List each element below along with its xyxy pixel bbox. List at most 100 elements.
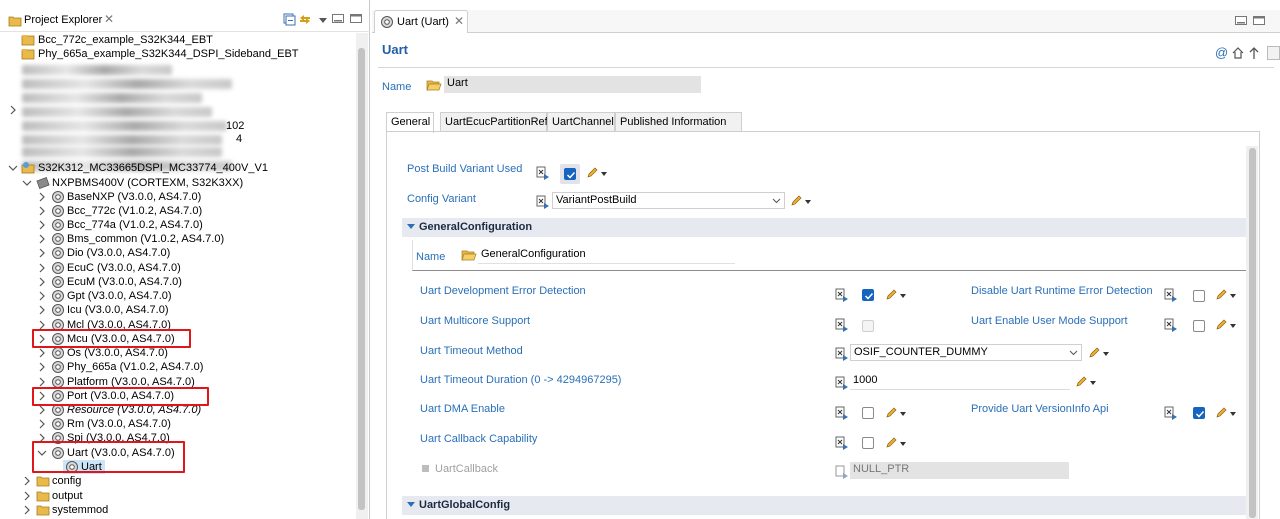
arrow-up-icon[interactable] <box>1248 46 1260 60</box>
user-mode-support-checkbox[interactable] <box>1193 320 1205 332</box>
name-field[interactable]: Uart <box>444 76 701 93</box>
chevron-right-icon[interactable] <box>37 291 47 301</box>
redacted-item <box>22 107 212 117</box>
chevron-right-icon[interactable] <box>37 362 47 372</box>
tree-item-module[interactable]: Phy_665a (V1.0.2, AS4.7.0) <box>0 360 356 374</box>
editor-scroll-up[interactable] <box>1267 46 1280 60</box>
tree-item-folder[interactable]: config <box>0 474 356 488</box>
chevron-right-icon[interactable] <box>22 505 32 515</box>
edit-menu-icon[interactable] <box>1215 406 1237 420</box>
chevron-right-icon[interactable] <box>37 419 47 429</box>
maximize-icon[interactable] <box>1253 16 1265 26</box>
tree-item[interactable]: Bcc_772c_example_S32K344_EBT <box>0 33 356 47</box>
disable-runtime-error-checkbox[interactable] <box>1193 290 1205 302</box>
subtab-uart-ecuc-partition-ref[interactable]: UartEcucPartitionRef <box>440 112 548 132</box>
edit-menu-icon[interactable] <box>1215 288 1237 302</box>
version-info-api-checkbox[interactable] <box>1193 407 1205 419</box>
module-icon <box>51 360 65 374</box>
explorer-scrollbar-thumb[interactable] <box>358 48 365 510</box>
chevron-right-icon[interactable] <box>37 277 47 287</box>
edit-menu-icon[interactable] <box>1088 346 1110 360</box>
chevron-right-icon[interactable] <box>37 234 47 244</box>
redacted-item <box>22 93 202 103</box>
chevron-right-icon[interactable] <box>37 248 47 258</box>
edit-menu-icon[interactable] <box>1215 318 1237 332</box>
tree-item-module[interactable]: Os (V3.0.0, AS4.7.0) <box>0 346 356 360</box>
module-icon <box>51 204 65 218</box>
module-icon <box>51 218 65 232</box>
close-icon[interactable]: ✕ <box>104 12 114 26</box>
multicore-support-checkbox[interactable] <box>862 320 874 332</box>
minimize-icon[interactable] <box>1235 16 1247 26</box>
chevron-right-icon[interactable] <box>37 348 47 358</box>
help-icon[interactable]: @ <box>1215 45 1228 60</box>
module-icon <box>51 190 65 204</box>
tree-item-folder[interactable]: output <box>0 489 356 503</box>
uart-global-config-section[interactable]: UartGlobalConfig <box>402 496 1246 515</box>
chevron-down-icon <box>1069 350 1078 356</box>
version-info-api-label: Provide Uart VersionInfo Api <box>971 403 1109 415</box>
tree-item-module[interactable]: Bcc_772c (V1.0.2, AS4.7.0) <box>0 204 356 218</box>
tree-item[interactable]: Phy_665a_example_S32K344_DSPI_Sideband_E… <box>0 47 356 61</box>
chevron-right-icon[interactable] <box>37 305 47 315</box>
edit-menu-icon[interactable] <box>885 406 907 420</box>
tree-item-ecu[interactable]: NXPBMS400V (CORTEXM, S32K3XX) <box>0 176 356 190</box>
tree-item-module[interactable]: Gpt (V3.0.0, AS4.7.0) <box>0 289 356 303</box>
redacted-item <box>22 147 222 157</box>
edit-menu-icon[interactable] <box>885 436 907 450</box>
tree-item-module[interactable]: Bcc_774a (V1.0.2, AS4.7.0) <box>0 218 356 232</box>
callback-capability-checkbox[interactable] <box>862 437 874 449</box>
tree-item-module[interactable]: Rm (V3.0.0, AS4.7.0) <box>0 417 356 431</box>
edit-menu-icon[interactable] <box>790 194 812 208</box>
chevron-down-icon[interactable] <box>22 178 32 188</box>
chevron-down-icon[interactable] <box>8 163 18 173</box>
tree-item-module[interactable]: BaseNXP (V3.0.0, AS4.7.0) <box>0 190 356 204</box>
link-editor-icon[interactable] <box>298 13 312 26</box>
timeout-method-select[interactable]: OSIF_COUNTER_DUMMY <box>850 344 1082 361</box>
chevron-right-icon[interactable] <box>22 491 32 501</box>
editor-tab-uart[interactable]: Uart (Uart) ✕ <box>374 10 468 33</box>
subtab-general[interactable]: General <box>386 112 434 133</box>
view-menu-icon[interactable] <box>318 15 328 25</box>
chevron-right-icon[interactable] <box>22 476 32 486</box>
edit-menu-icon[interactable] <box>885 288 907 302</box>
edit-menu-icon[interactable] <box>586 166 608 180</box>
dma-enable-checkbox[interactable] <box>862 407 874 419</box>
callback-capability-label: Uart Callback Capability <box>420 433 538 445</box>
subtab-published-information[interactable]: Published Information <box>615 112 742 132</box>
config-variant-select[interactable]: VariantPostBuild <box>552 192 785 209</box>
close-tab-icon[interactable]: ✕ <box>454 14 464 28</box>
chevron-right-icon[interactable] <box>37 192 47 202</box>
chevron-down-icon <box>772 198 781 204</box>
collapse-all-icon[interactable] <box>283 13 296 26</box>
timeout-duration-field[interactable]: 1000 <box>850 373 1070 390</box>
chevron-right-icon[interactable] <box>37 220 47 230</box>
variant-icon <box>1164 318 1177 332</box>
post-build-checkbox[interactable] <box>564 168 576 180</box>
maximize-icon[interactable] <box>350 14 362 24</box>
general-config-name-field[interactable]: GeneralConfiguration <box>478 247 735 264</box>
subtab-uart-channel[interactable]: UartChannel <box>547 112 615 132</box>
general-configuration-section[interactable]: GeneralConfiguration <box>402 218 1246 237</box>
chevron-right-icon[interactable] <box>37 206 47 216</box>
uart-callback-field: NULL_PTR <box>850 462 1069 479</box>
tree-item-project[interactable]: S32K312_MC33665DSPI_MC33774_400V_V1 <box>0 161 356 175</box>
dev-error-detection-checkbox[interactable] <box>862 289 874 301</box>
config-variant-label: Config Variant <box>407 193 476 205</box>
tree-item-module[interactable]: Bms_common (V1.0.2, AS4.7.0) <box>0 232 356 246</box>
tree-item-module[interactable]: Icu (V3.0.0, AS4.7.0) <box>0 303 356 317</box>
home-icon[interactable] <box>1231 46 1245 60</box>
content-scrollbar-thumb[interactable] <box>1249 148 1256 518</box>
tree-item-module[interactable]: EcuC (V3.0.0, AS4.7.0) <box>0 261 356 275</box>
minimize-icon[interactable] <box>332 14 344 24</box>
variant-icon <box>835 288 848 302</box>
chevron-right-icon[interactable] <box>37 377 47 387</box>
tree-item-module[interactable]: Dio (V3.0.0, AS4.7.0) <box>0 246 356 260</box>
tree-item-module[interactable]: EcuM (V3.0.0, AS4.7.0) <box>0 275 356 289</box>
edit-menu-icon[interactable] <box>1075 375 1097 389</box>
chevron-right-icon[interactable] <box>37 263 47 273</box>
chevron-right-icon[interactable] <box>37 405 47 415</box>
chevron-right-icon[interactable] <box>8 105 18 119</box>
tree-item-folder[interactable]: systemmod <box>0 503 356 517</box>
project-explorer-panel: Project Explorer ✕ Bcc_772c_example_S32K… <box>0 0 370 519</box>
